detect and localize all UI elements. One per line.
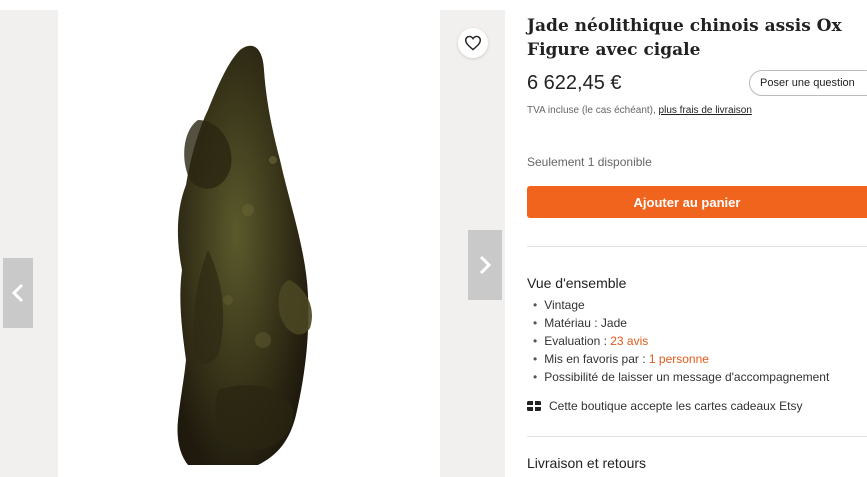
overview-item-text: Mis en favoris par :: [544, 352, 649, 366]
tax-text: TVA incluse (le cas échéant),: [527, 105, 659, 116]
previous-image-button[interactable]: [3, 258, 33, 328]
product-details-panel: Jade néolithique chinois assis Ox Figure…: [527, 0, 867, 477]
next-image-button[interactable]: [468, 230, 502, 300]
list-item: Mis en favoris par : 1 personne: [533, 350, 829, 368]
list-item: Evaluation : 23 avis: [533, 332, 829, 350]
overview-item-text: Matériau : Jade: [544, 316, 627, 330]
overview-list: Vintage Matériau : Jade Evaluation : 23 …: [533, 296, 829, 386]
chevron-left-icon: [11, 283, 24, 303]
stock-status: Seulement 1 disponible: [527, 155, 652, 169]
gift-card-icon: [527, 401, 541, 411]
list-item: Matériau : Jade: [533, 314, 829, 332]
ask-question-button[interactable]: Poser une question: [749, 70, 867, 96]
image-gallery: [0, 0, 505, 477]
jade-figure-image: [177, 45, 312, 465]
favorite-button[interactable]: [458, 28, 488, 58]
overview-item-text: Evaluation :: [544, 334, 611, 348]
list-item: Vintage: [533, 296, 829, 314]
add-to-cart-button[interactable]: Ajouter au panier: [527, 186, 867, 218]
favorites-link[interactable]: 1 personne: [649, 352, 709, 366]
reviews-link[interactable]: 23 avis: [610, 334, 648, 348]
overview-item-text: Vintage: [544, 298, 585, 312]
shipping-fees-link[interactable]: plus frais de livraison: [659, 105, 752, 116]
list-item: Possibilité de laisser un message d'acco…: [533, 368, 829, 386]
heart-icon: [464, 35, 482, 51]
divider: [527, 246, 867, 247]
product-photo[interactable]: [58, 10, 440, 477]
product-title: Jade néolithique chinois assis Ox Figure…: [527, 16, 842, 60]
shipping-returns-heading[interactable]: Livraison et retours: [527, 455, 646, 471]
overview-heading: Vue d'ensemble: [527, 275, 627, 291]
gift-card-notice: Cette boutique accepte les cartes cadeau…: [527, 399, 802, 413]
divider: [527, 436, 867, 437]
gift-card-text: Cette boutique accepte les cartes cadeau…: [549, 399, 803, 413]
product-price: 6 622,45 €: [527, 72, 622, 94]
overview-item-text: Possibilité de laisser un message d'acco…: [544, 370, 830, 384]
tax-note: TVA incluse (le cas échéant), plus frais…: [527, 103, 767, 119]
chevron-right-icon: [479, 255, 492, 275]
